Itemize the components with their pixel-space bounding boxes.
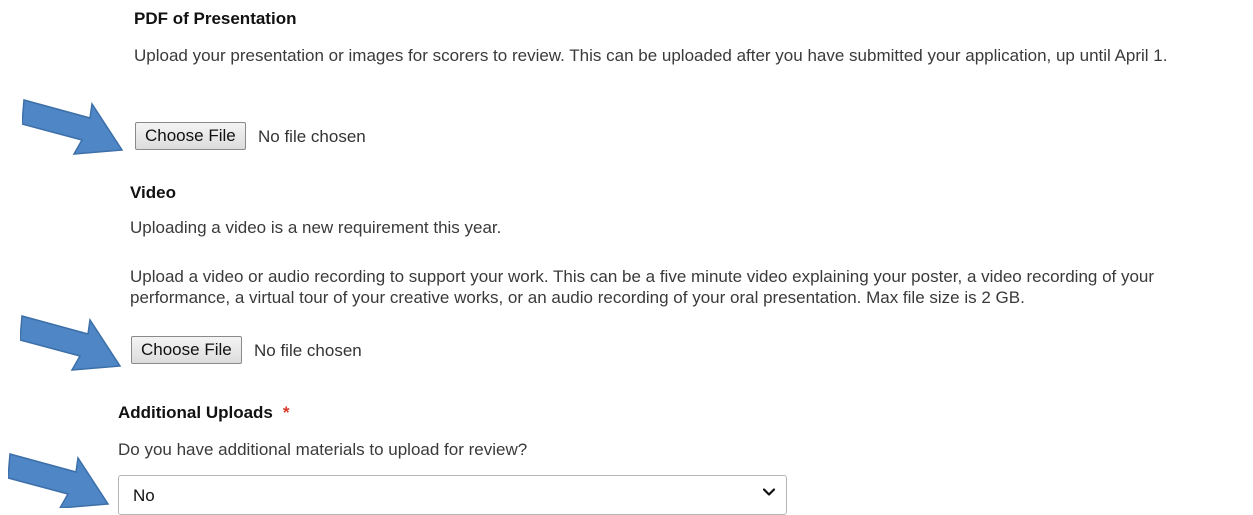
video-requirement-note: Uploading a video is a new requirement t… <box>130 218 502 237</box>
pdf-file-status: No file chosen <box>258 127 366 146</box>
pdf-section-title: PDF of Presentation <box>134 9 297 28</box>
additional-uploads-title: Additional Uploads * <box>118 403 290 423</box>
video-choose-file-button[interactable]: Choose File <box>131 336 242 364</box>
pdf-section-description: Upload your presentation or images for s… <box>134 46 1168 65</box>
arrow-pointer-pdf <box>22 86 126 160</box>
video-section-title: Video <box>130 183 176 202</box>
select-current-value: No <box>133 486 155 505</box>
video-section-description: Upload a video or audio recording to sup… <box>130 267 1155 307</box>
additional-uploads-question: Do you have additional materials to uplo… <box>118 440 528 459</box>
arrow-pointer-video <box>20 302 124 376</box>
pdf-choose-file-button[interactable]: Choose File <box>135 122 246 150</box>
video-file-status: No file chosen <box>254 341 362 360</box>
additional-uploads-select[interactable]: No <box>118 475 787 515</box>
arrow-pointer-additional <box>8 440 112 508</box>
additional-uploads-label: Additional Uploads <box>118 403 273 422</box>
required-marker: * <box>282 403 290 422</box>
chevron-down-icon <box>762 488 776 496</box>
